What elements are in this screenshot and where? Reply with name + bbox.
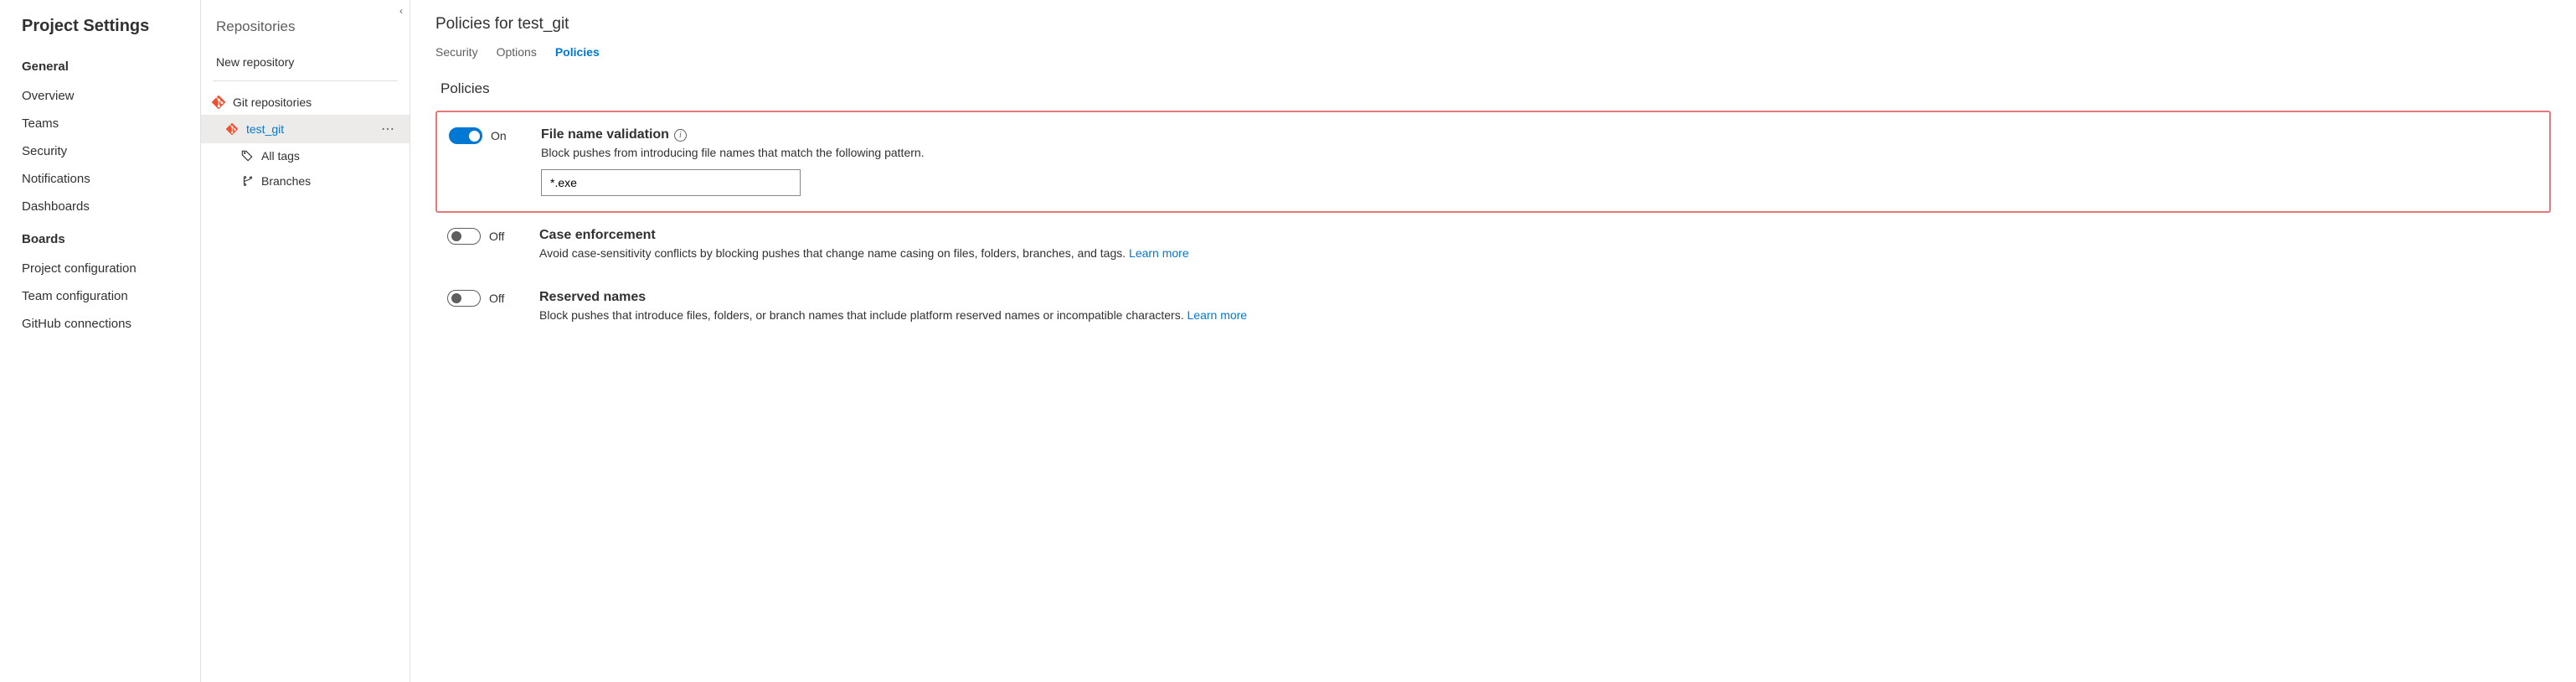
nav-item-security[interactable]: Security: [13, 137, 187, 165]
tab-security[interactable]: Security: [435, 45, 478, 62]
tree-label: test_git: [246, 122, 376, 136]
git-icon: [224, 123, 240, 135]
nav-item-dashboards[interactable]: Dashboards: [13, 193, 187, 220]
policy-name: File name validation i: [541, 127, 2537, 142]
file-name-pattern-input[interactable]: [541, 169, 801, 196]
tree-repo-test-git[interactable]: test_git ⋯: [201, 115, 410, 143]
new-repository-button[interactable]: New repository: [201, 47, 410, 80]
policy-name-text: Reserved names: [539, 290, 646, 305]
page-title: Project Settings: [13, 17, 187, 36]
policy-desc-text: Block pushes that introduce files, folde…: [539, 308, 1188, 322]
nav-item-team-configuration[interactable]: Team configuration: [13, 282, 187, 310]
toggle-file-name-validation[interactable]: [449, 127, 482, 144]
tab-options[interactable]: Options: [497, 45, 537, 62]
policy-name-text: Case enforcement: [539, 228, 656, 243]
repositories-panel: ‹ Repositories New repository Git reposi…: [201, 0, 410, 682]
policies-section-title: Policies: [440, 80, 2551, 97]
policy-desc-text: Avoid case-sensitivity conflicts by bloc…: [539, 246, 1129, 260]
policy-description: Block pushes that introduce files, folde…: [539, 308, 2539, 322]
policy-name-text: File name validation: [541, 127, 669, 142]
policy-description: Avoid case-sensitivity conflicts by bloc…: [539, 246, 2539, 260]
policy-name: Reserved names: [539, 290, 2539, 305]
collapse-panel-icon[interactable]: ‹: [399, 5, 403, 17]
nav-item-github-connections[interactable]: GitHub connections: [13, 310, 187, 338]
nav-group-general: General: [13, 59, 187, 74]
nav-item-overview[interactable]: Overview: [13, 82, 187, 110]
tree-branches[interactable]: Branches: [201, 168, 410, 194]
tree-label: Branches: [261, 174, 399, 188]
nav-item-notifications[interactable]: Notifications: [13, 165, 187, 193]
branch-icon: [240, 175, 255, 187]
policy-file-name-validation: On File name validation i Block pushes f…: [435, 111, 2551, 213]
project-settings-nav: Project Settings General Overview Teams …: [0, 0, 201, 682]
toggle-case-enforcement[interactable]: [447, 228, 481, 245]
policy-case-enforcement: Off Case enforcement Avoid case-sensitiv…: [435, 213, 2551, 275]
learn-more-link[interactable]: Learn more: [1129, 246, 1189, 260]
more-options-icon[interactable]: ⋯: [376, 121, 399, 137]
toggle-reserved-names[interactable]: [447, 290, 481, 307]
toggle-state-label: Off: [489, 292, 504, 305]
learn-more-link[interactable]: Learn more: [1188, 308, 1248, 322]
tree-label: All tags: [261, 149, 399, 163]
tree-label: Git repositories: [233, 96, 399, 109]
nav-group-boards: Boards: [13, 232, 187, 246]
git-icon: [211, 96, 226, 109]
nav-item-teams[interactable]: Teams: [13, 110, 187, 137]
nav-item-project-configuration[interactable]: Project configuration: [13, 255, 187, 282]
tree-root-git-repositories[interactable]: Git repositories: [201, 90, 410, 115]
repositories-title: Repositories: [201, 0, 410, 47]
policy-name: Case enforcement: [539, 228, 2539, 243]
policy-description: Block pushes from introducing file names…: [541, 146, 2537, 159]
toggle-state-label: Off: [489, 230, 504, 243]
toggle-state-label: On: [491, 129, 507, 142]
tab-bar: Security Options Policies: [435, 45, 2551, 62]
repository-tree: Git repositories test_git ⋯ All tags Bra…: [201, 85, 410, 194]
divider: [213, 80, 398, 81]
policies-for-title: Policies for test_git: [435, 15, 2551, 34]
tree-all-tags[interactable]: All tags: [201, 143, 410, 168]
policy-reserved-names: Off Reserved names Block pushes that int…: [435, 275, 2551, 337]
tab-policies[interactable]: Policies: [555, 45, 600, 62]
main-content: Policies for test_git Security Options P…: [410, 0, 2576, 682]
tag-icon: [240, 150, 255, 162]
info-icon[interactable]: i: [674, 129, 687, 142]
